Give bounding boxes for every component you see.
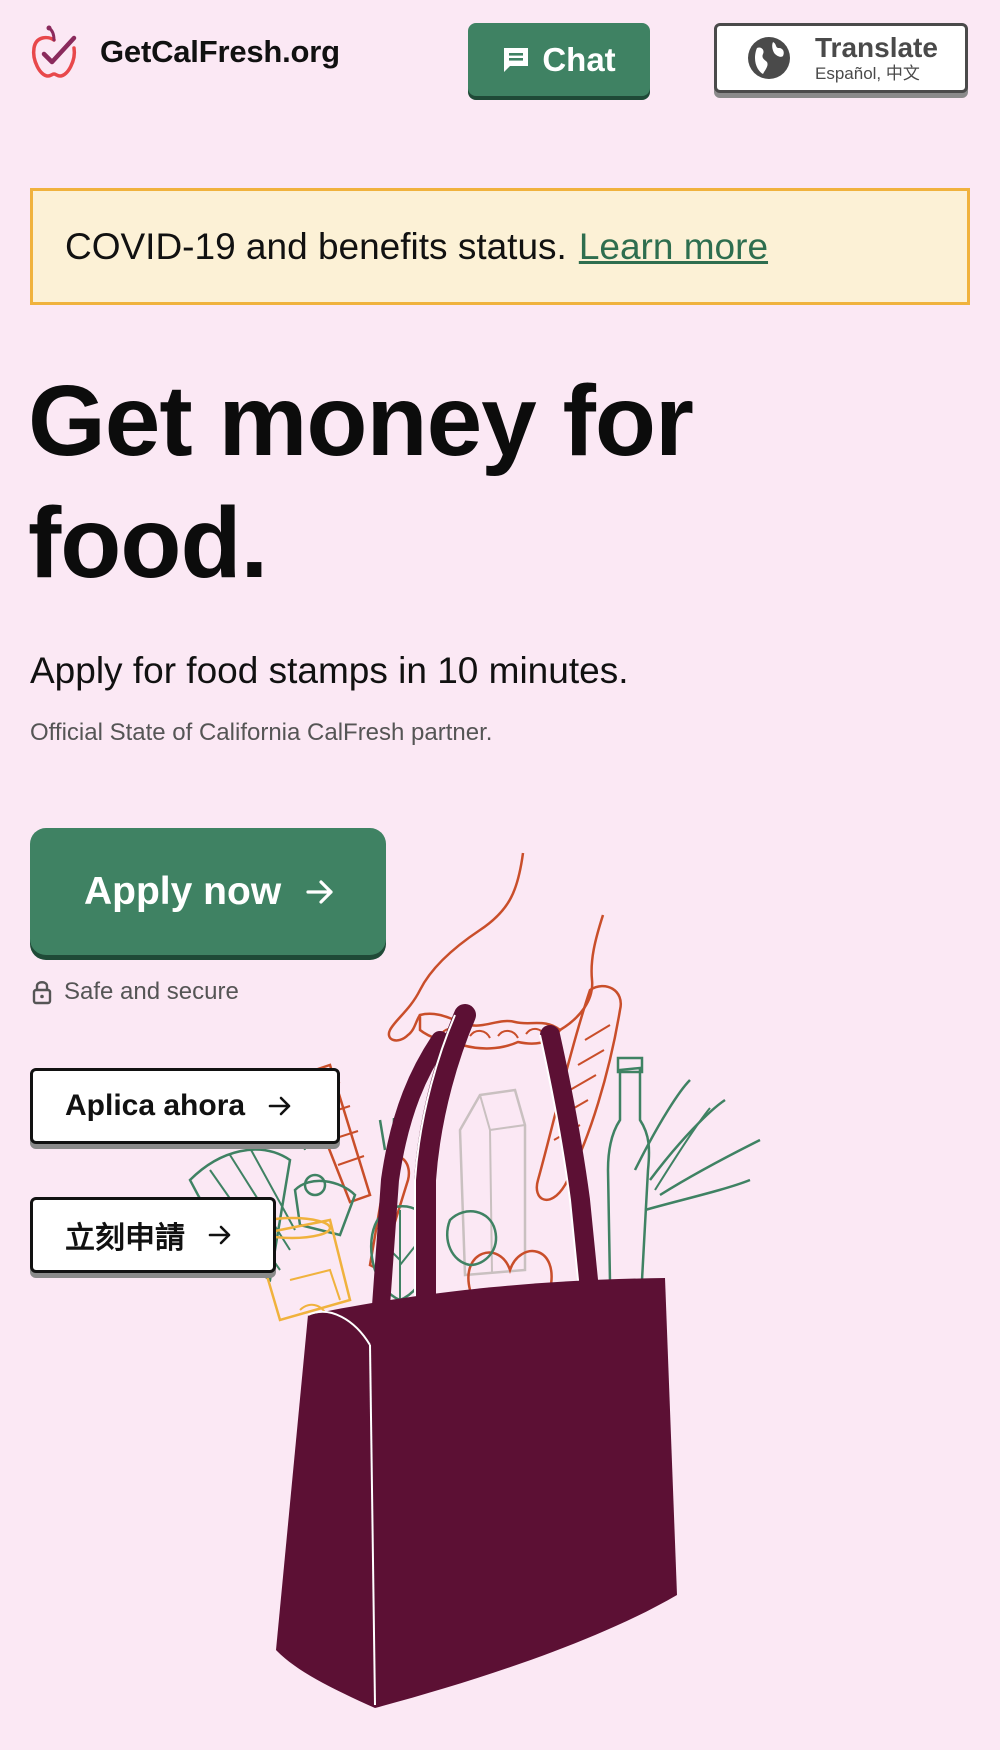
- translate-text: Translate Español, 中文: [815, 32, 938, 83]
- arrow-right-icon: [268, 1096, 291, 1116]
- banner-text: COVID-19 and benefits status.: [65, 225, 567, 267]
- globe-icon: [748, 37, 790, 79]
- chat-button[interactable]: Chat: [468, 23, 650, 96]
- page-title: Get money for food.: [28, 365, 694, 599]
- hero-subtitle: Apply for food stamps in 10 minutes.: [30, 650, 629, 691]
- aplica-ahora-button[interactable]: Aplica ahora: [30, 1068, 340, 1144]
- grocery-bag-illustration: [188, 852, 761, 1708]
- chinese-apply-label: 立刻申請: [65, 1222, 185, 1255]
- arrow-right-icon: [208, 1225, 231, 1245]
- site-logo[interactable]: GetCalFresh.org: [30, 24, 340, 80]
- apple-check-logo-icon: [31, 25, 77, 78]
- translate-languages: Español, 中文: [815, 64, 920, 83]
- lock-icon: [32, 981, 52, 1005]
- partner-note: Official State of California CalFresh pa…: [30, 719, 493, 746]
- page: GetCalFresh.org Chat Translate Español, …: [0, 0, 1000, 1750]
- translate-title: Translate: [815, 32, 938, 63]
- chinese-apply-button[interactable]: 立刻申請: [30, 1197, 276, 1273]
- covid-banner: COVID-19 and benefits status. Learn more: [30, 188, 970, 305]
- chat-bubble-icon: [504, 47, 529, 72]
- chat-button-label: Chat: [542, 40, 616, 78]
- translate-button[interactable]: Translate Español, 中文: [714, 23, 968, 93]
- logo-text: GetCalFresh.org: [100, 34, 340, 69]
- learn-more-link[interactable]: Learn more: [579, 226, 768, 268]
- aplica-ahora-label: Aplica ahora: [65, 1089, 246, 1122]
